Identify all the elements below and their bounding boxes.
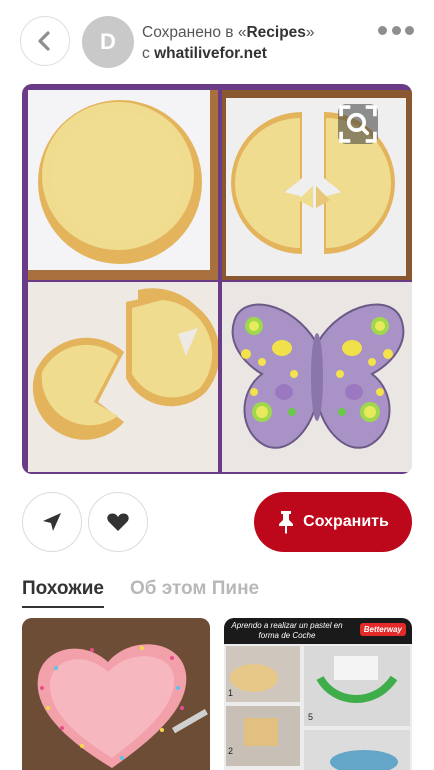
avatar-letter: D	[100, 29, 116, 54]
chevron-left-icon	[38, 31, 50, 51]
save-button[interactable]: Сохранить	[254, 492, 412, 552]
car-cake-step-5: 5	[308, 712, 314, 722]
source-link[interactable]: whatilivefor.net	[154, 45, 267, 62]
cake-photo-round	[28, 90, 218, 280]
saved-prefix: Сохранено в «	[142, 24, 247, 41]
related-pin-heart-cake[interactable]	[22, 618, 210, 770]
more-dots-icon	[378, 25, 387, 35]
board-name-link[interactable]: Recipes	[246, 24, 305, 41]
send-icon	[43, 513, 61, 531]
car-cake-step-1: 1	[228, 688, 234, 698]
pin-icon	[279, 511, 294, 534]
related-pins-grid: Aprendo a realizar un pastel en forma de…	[22, 618, 412, 770]
car-cake-step-2: 2	[228, 746, 234, 756]
source-prefix: с	[142, 45, 155, 62]
send-button[interactable]	[22, 492, 82, 552]
visual-search-button[interactable]	[338, 104, 378, 144]
saved-to-line: Сохранено в «Recipes»	[142, 22, 372, 43]
tab-similar[interactable]: Похожие	[22, 578, 104, 608]
saved-info: Сохранено в «Recipes» с whatilivefor.net	[142, 22, 372, 64]
more-dot	[391, 25, 401, 35]
save-button-label: Сохранить	[303, 513, 389, 530]
source-line: с whatilivefor.net	[142, 43, 372, 64]
like-button[interactable]	[88, 492, 148, 552]
car-cake-brand-logo: Betterway	[359, 623, 406, 636]
more-dot	[405, 25, 414, 35]
car-cake-title: Aprendo a realizar un pastel en forma de…	[231, 621, 343, 640]
related-pin-car-cake[interactable]: Aprendo a realizar un pastel en forma de…	[224, 618, 412, 770]
saved-suffix: »	[305, 24, 315, 41]
more-options-button[interactable]	[378, 22, 414, 38]
cake-photo-wings	[28, 282, 218, 472]
tab-about-pin[interactable]: Об этом Пине	[130, 578, 259, 608]
pin-tabs: Похожие Об этом Пине	[22, 578, 259, 608]
avatar[interactable]: D	[82, 16, 134, 68]
visual-search-icon	[339, 105, 377, 143]
pin-actions: Сохранить	[0, 490, 434, 554]
pin-image[interactable]	[22, 84, 412, 474]
cake-photo-cut	[222, 90, 412, 280]
pin-header: D Сохранено в «Recipes» с whatilivefor.n…	[0, 0, 434, 82]
cake-photo-butterfly	[222, 282, 412, 472]
heart-icon	[107, 513, 129, 531]
back-button[interactable]	[20, 16, 70, 66]
